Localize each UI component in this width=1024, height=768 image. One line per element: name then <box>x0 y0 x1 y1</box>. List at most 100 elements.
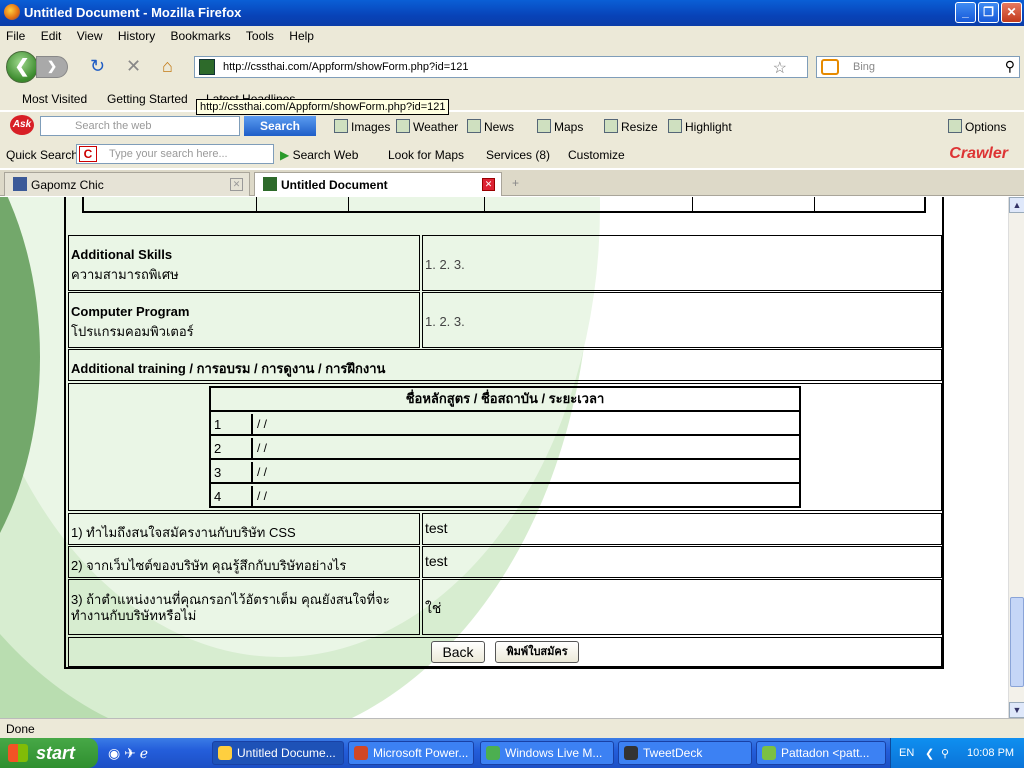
additional-skills-value-cell: 1. 2. 3. <box>422 235 942 291</box>
network-icon[interactable]: ⚲ <box>941 747 949 760</box>
ask-highlight[interactable]: Highlight <box>668 119 732 134</box>
menu-bar: File Edit View History Bookmarks Tools H… <box>0 26 1024 46</box>
status-text: Done <box>6 722 35 736</box>
taskbar: start ◉ ✈ ℯ Untitled Docume... Microsoft… <box>0 738 1024 768</box>
button-row: Back พิมพ์ใบสมัคร <box>68 637 942 667</box>
menu-file[interactable]: File <box>0 26 31 46</box>
answer-1: test <box>425 520 448 536</box>
training-heading-cell: Additional training / การอบรม / การดูงาน… <box>68 349 942 381</box>
quick-search-input[interactable]: C Type your search here... <box>76 144 274 164</box>
question-3: 3) ถ้าตำแหน่งงานที่คุณกรอกไว้อัตราเต็ม ค… <box>71 592 390 623</box>
crawler-c-icon[interactable]: C <box>79 146 97 162</box>
stop-icon[interactable]: ✕ <box>126 56 141 76</box>
search-engine-icon[interactable] <box>821 59 839 75</box>
taskbar-item-tweetdeck[interactable]: TweetDeck <box>618 741 752 765</box>
tab-gapomz-chic[interactable]: Gapomz Chic ✕ <box>4 172 250 196</box>
customize-button[interactable]: Customize <box>568 148 625 162</box>
services-button[interactable]: Services (8) <box>486 148 550 162</box>
additional-skills-label: Additional Skills <box>71 247 173 262</box>
tray-chevron-icon[interactable]: ❮ <box>925 747 934 760</box>
training-table-header-text: ชื่อหลักสูตร / ชื่อสถาบัน / ระยะเวลา <box>405 391 605 406</box>
new-tab-icon[interactable]: + <box>512 176 519 190</box>
status-bar: Done <box>0 718 1024 738</box>
minimize-button[interactable]: _ <box>955 2 976 23</box>
reload-icon[interactable]: ↻ <box>90 56 105 76</box>
close-button[interactable]: ✕ <box>1001 2 1022 23</box>
url-tooltip: http://cssthai.com/Appform/showForm.php?… <box>196 99 450 115</box>
question-3-cell: 3) ถ้าตำแหน่งงานที่คุณกรอกไว้อัตราเต็ม ค… <box>68 579 420 635</box>
taskbar-item-pattadon[interactable]: Pattadon <patt... <box>756 741 886 765</box>
bookmark-most-visited[interactable]: Most Visited <box>22 92 87 106</box>
answer-2-cell: test <box>422 546 942 578</box>
vertical-scrollbar[interactable]: ▲ ▼ <box>1008 197 1024 718</box>
search-web-button[interactable]: ▶ Search Web <box>280 148 358 162</box>
answer-1-cell: test <box>422 513 942 545</box>
back-button[interactable]: ❮ <box>6 51 38 83</box>
menu-help[interactable]: Help <box>283 26 320 46</box>
ask-search-placeholder: Search the web <box>75 120 152 132</box>
resize-icon <box>604 119 618 133</box>
table-row: 3 / / <box>211 462 799 484</box>
ask-toolbar: Ask Search the web Search Images Weather… <box>0 112 1024 140</box>
windows-live-icon <box>486 746 500 760</box>
quick-search-label: Quick Search: <box>6 148 82 162</box>
language-indicator[interactable]: EN <box>899 747 914 759</box>
taskbar-item-windows-live[interactable]: Windows Live M... <box>480 741 614 765</box>
print-application-button[interactable]: พิมพ์ใบสมัคร <box>495 641 579 663</box>
taskbar-item-powerpoint[interactable]: Microsoft Power... <box>348 741 474 765</box>
powerpoint-icon <box>354 746 368 760</box>
question-2: 2) จากเว็บไซต์ของบริษัท คุณรู้สึกกับบริษ… <box>71 558 347 573</box>
ask-weather[interactable]: Weather <box>396 119 458 134</box>
play-icon: ▶ <box>280 148 290 162</box>
scroll-up-icon[interactable]: ▲ <box>1009 197 1024 213</box>
scroll-down-icon[interactable]: ▼ <box>1009 702 1024 718</box>
question-1: 1) ทำไมถึงสนใจสมัครงานกับบริษัท CSS <box>71 525 296 540</box>
look-for-maps-button[interactable]: Look for Maps <box>388 148 464 162</box>
taskbar-item-firefox[interactable]: Untitled Docume... <box>212 741 344 765</box>
bookmarks-toolbar: Most Visited Getting Started Latest Head… <box>0 88 1024 110</box>
ask-images[interactable]: Images <box>334 119 390 134</box>
menu-view[interactable]: View <box>71 26 109 46</box>
menu-bookmarks[interactable]: Bookmarks <box>165 26 237 46</box>
quick-search-toolbar: Quick Search: C Type your search here...… <box>0 140 1024 168</box>
firefox-icon <box>218 746 232 760</box>
menu-edit[interactable]: Edit <box>35 26 68 46</box>
scrollbar-thumb[interactable] <box>1010 597 1024 687</box>
table-row: 1 / / <box>211 414 799 436</box>
menu-tools[interactable]: Tools <box>240 26 280 46</box>
highlight-icon <box>668 119 682 133</box>
title-bar: Untitled Document - Mozilla Firefox _ ❐ … <box>0 0 1024 26</box>
bookmark-getting-started[interactable]: Getting Started <box>107 92 188 106</box>
url-bar[interactable]: http://cssthai.com/Appform/showForm.php?… <box>194 56 808 78</box>
system-tray: EN ❮ ⚲ 10:08 PM <box>890 738 1024 768</box>
maximize-button[interactable]: ❐ <box>978 2 999 23</box>
tab-close-icon[interactable]: ✕ <box>482 178 495 191</box>
magnifier-icon[interactable]: ⚲ <box>1005 58 1015 75</box>
ask-logo-icon[interactable]: Ask <box>10 115 34 135</box>
forward-button[interactable]: ❯ <box>36 56 68 78</box>
ask-resize[interactable]: Resize <box>604 119 658 134</box>
tab-untitled-document[interactable]: Untitled Document ✕ <box>254 172 502 196</box>
ask-maps[interactable]: Maps <box>537 119 583 134</box>
quick-launch-icons[interactable]: ◉ ✈ ℯ <box>108 745 148 762</box>
computer-program-value: 1. 2. 3. <box>425 314 465 329</box>
computer-program-label-th: โปรแกรมคอมพิวเตอร์ <box>71 324 194 339</box>
answer-2: test <box>425 553 448 569</box>
menu-history[interactable]: History <box>112 26 161 46</box>
back-form-button[interactable]: Back <box>431 641 485 663</box>
table-row: 2 / / <box>211 438 799 460</box>
bookmark-star-icon[interactable]: ☆ <box>773 58 787 78</box>
clock: 10:08 PM <box>967 747 1015 759</box>
search-bar[interactable]: Bing ⚲ <box>816 56 1020 78</box>
tab-close-icon[interactable]: ✕ <box>230 178 243 191</box>
crawler-logo[interactable]: Crawler <box>949 145 1008 163</box>
ask-search-button[interactable]: Search <box>244 116 316 136</box>
ask-news[interactable]: News <box>467 119 514 134</box>
home-icon[interactable]: ⌂ <box>162 56 173 76</box>
training-table: ชื่อหลักสูตร / ชื่อสถาบัน / ระยะเวลา 1 /… <box>209 386 801 508</box>
weather-icon <box>396 119 410 133</box>
ask-options[interactable]: Options <box>948 119 1006 134</box>
ask-search-input[interactable]: Search the web <box>40 116 240 136</box>
url-text[interactable]: http://cssthai.com/Appform/showForm.php?… <box>223 61 468 73</box>
start-button[interactable]: start <box>0 738 98 768</box>
